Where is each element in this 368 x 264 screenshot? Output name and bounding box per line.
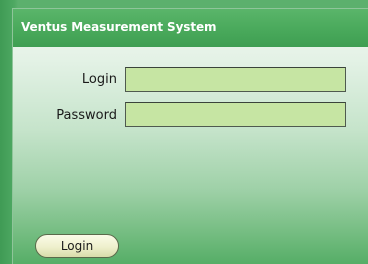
- login-panel: Ventus Measurement System Login Password…: [12, 8, 368, 264]
- login-button[interactable]: Login: [35, 234, 119, 258]
- password-input[interactable]: [125, 102, 346, 127]
- title-bar: Ventus Measurement System: [13, 9, 368, 47]
- app-title: Ventus Measurement System: [21, 20, 217, 34]
- login-input[interactable]: [125, 67, 346, 92]
- login-label: Login: [81, 72, 117, 87]
- password-label: Password: [56, 108, 117, 123]
- login-page: Ventus Measurement System Login Password…: [0, 0, 368, 264]
